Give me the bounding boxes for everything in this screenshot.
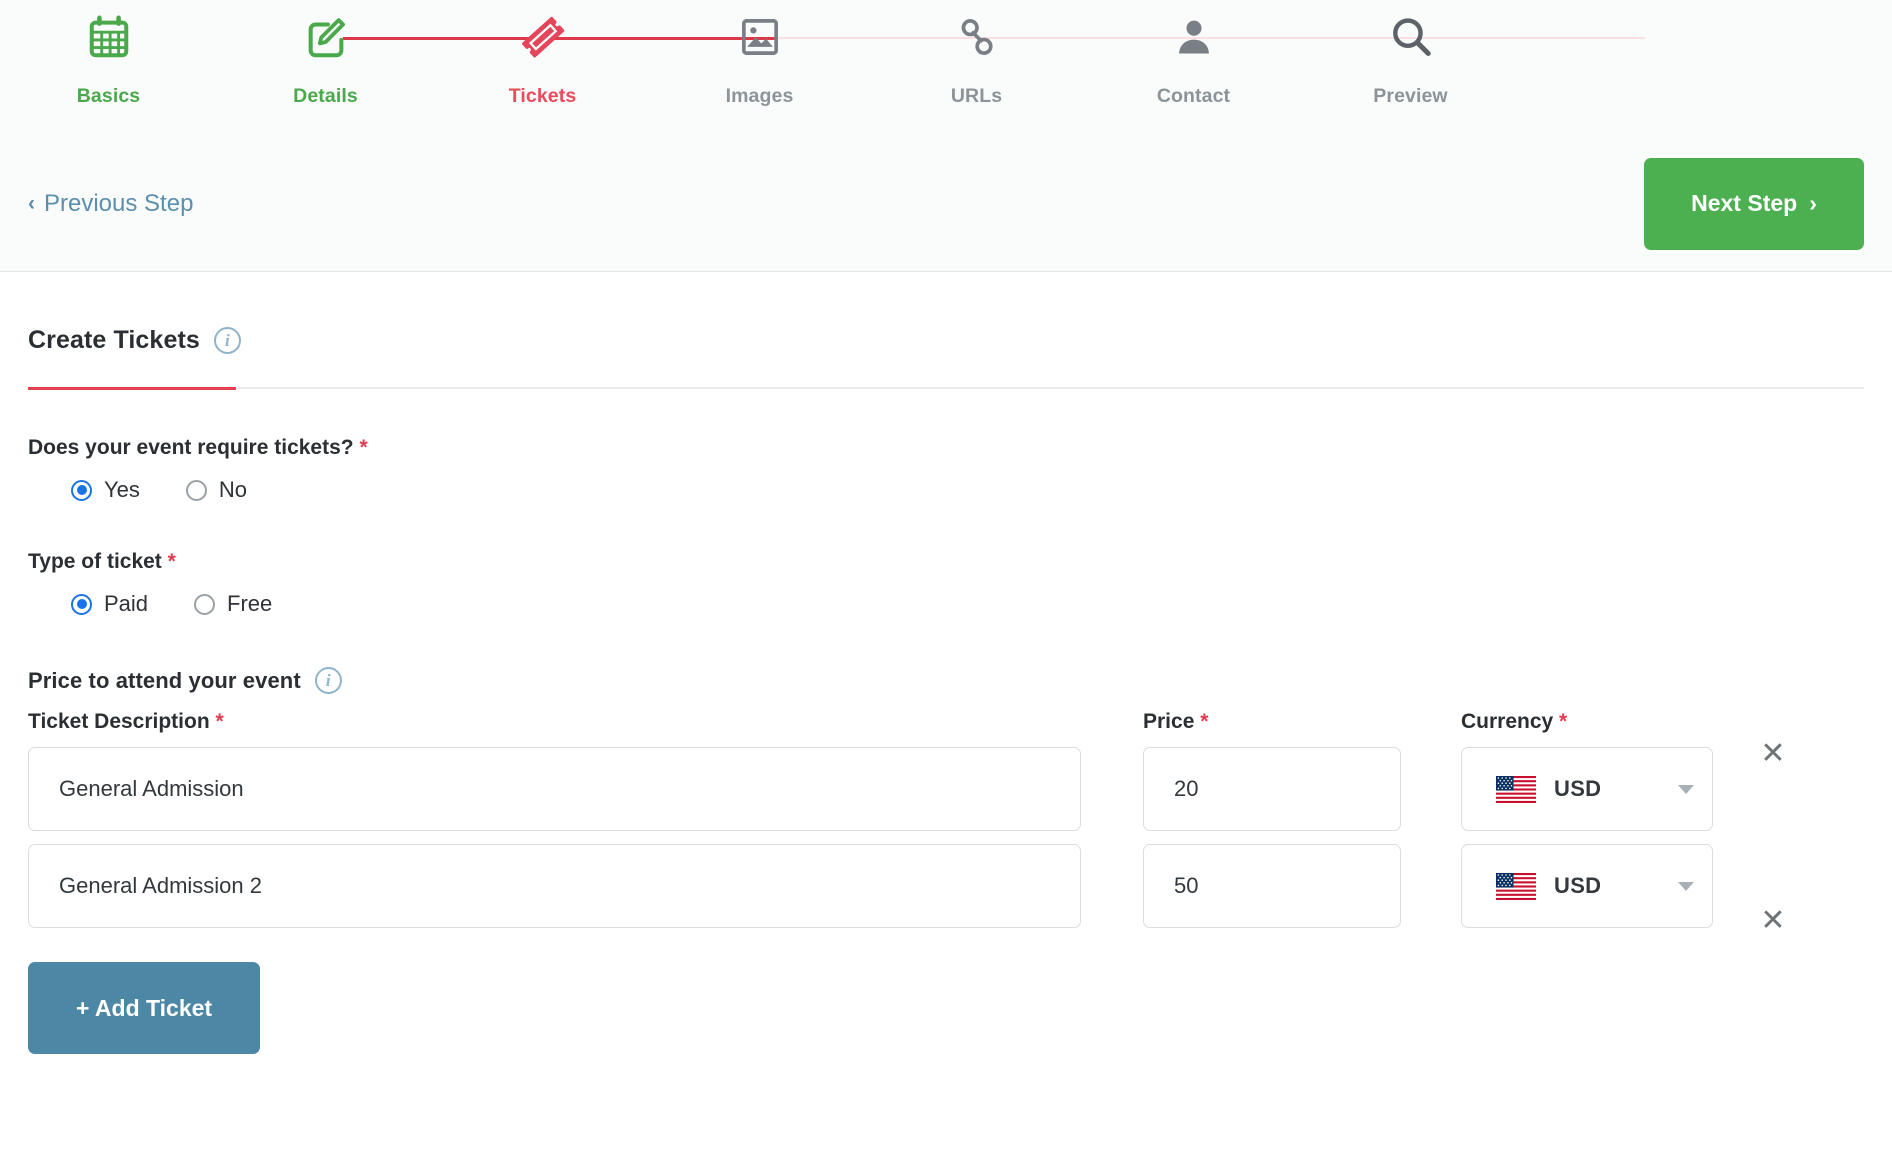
- radio-option-no[interactable]: No: [185, 477, 248, 503]
- ticket-row-actions: ✕: [1713, 733, 1833, 775]
- ticket-price-cell: [1143, 844, 1401, 928]
- previous-step-button[interactable]: ‹ Previous Step: [28, 190, 193, 218]
- next-step-label: Next Step: [1691, 190, 1798, 216]
- wizard-step-urls[interactable]: URLs: [868, 6, 1085, 108]
- radio-indicator[interactable]: [71, 593, 92, 615]
- ticket-currency-cell: USD: [1461, 844, 1713, 928]
- previous-step-label: Previous Step: [44, 189, 194, 217]
- radio-indicator[interactable]: [194, 593, 216, 615]
- wizard-step-label: Tickets: [508, 85, 577, 107]
- column-header-description-text: Ticket Description: [28, 710, 210, 733]
- step-connector-6: [1428, 37, 1645, 39]
- radio-indicator[interactable]: [71, 479, 92, 501]
- wizard-step-label: Images: [725, 85, 794, 107]
- wizard-step-label: Preview: [1373, 85, 1448, 107]
- column-header-currency: Currency *: [1461, 710, 1713, 734]
- column-header-price: Price *: [1143, 710, 1401, 734]
- chevron-right-icon: ›: [1809, 190, 1817, 216]
- calendar-icon: [86, 6, 132, 68]
- ticket-type-label: Type of ticket *: [28, 550, 1864, 574]
- wizard-step-label: URLs: [950, 85, 1003, 107]
- remove-ticket-button[interactable]: ✕: [1750, 733, 1795, 775]
- next-step-button[interactable]: Next Step ›: [1644, 157, 1864, 250]
- create-tickets-panel: Create Tickets i Does your event require…: [0, 272, 1892, 1054]
- wizard-step-details[interactable]: Details: [217, 6, 434, 108]
- ticket-grid-headers: Ticket Description * Price * Currency *: [28, 710, 1864, 734]
- requires-tickets-label-text: Does your event require tickets?: [28, 436, 354, 459]
- chevron-left-icon: ‹: [28, 192, 35, 215]
- ticket-row: USD ✕: [28, 739, 1864, 831]
- radio-label: Yes: [104, 477, 140, 502]
- page-title: Create Tickets: [28, 326, 200, 354]
- column-header-currency-text: Currency: [1461, 710, 1554, 733]
- edit-square-icon: [303, 6, 349, 68]
- wizard-step-label: Contact: [1156, 85, 1231, 107]
- requires-tickets-label: Does your event require tickets? *: [28, 436, 1864, 460]
- radio-option-yes[interactable]: Yes: [71, 477, 140, 503]
- section-header: Create Tickets i: [28, 272, 1864, 355]
- radio-option-free[interactable]: Free: [194, 591, 272, 617]
- remove-ticket-button[interactable]: ✕: [1750, 900, 1795, 942]
- required-marker: *: [215, 710, 224, 733]
- wizard-step-contact[interactable]: Contact: [1085, 6, 1302, 108]
- wizard-nav-row: ‹ Previous Step Next Step ›: [0, 136, 1892, 271]
- chevron-down-icon[interactable]: [1678, 784, 1694, 794]
- requires-tickets-radio-group: Yes No: [28, 477, 1864, 503]
- column-header-description: Ticket Description *: [28, 710, 1081, 734]
- image-icon: [738, 6, 782, 68]
- price-section-header: Price to attend your event i: [28, 667, 1864, 694]
- section-divider: [28, 387, 1864, 390]
- required-marker: *: [359, 436, 368, 459]
- wizard-step-tickets[interactable]: Tickets: [434, 6, 651, 108]
- wizard-step-label: Details: [293, 85, 358, 107]
- price-section-title: Price to attend your event: [28, 667, 301, 693]
- chevron-down-icon[interactable]: [1678, 881, 1694, 891]
- add-ticket-button[interactable]: + Add Ticket: [28, 962, 260, 1054]
- currency-value: USD: [1554, 776, 1602, 801]
- ticket-type-radio-group: Paid Free: [28, 591, 1864, 617]
- ticket-description-cell: [28, 747, 1081, 831]
- ticket-row-actions: ✕: [1713, 900, 1833, 942]
- ticket-row: USD ✕: [28, 844, 1864, 936]
- radio-indicator[interactable]: [185, 479, 207, 501]
- wizard-step-preview[interactable]: Preview: [1302, 6, 1519, 108]
- ticket-price-input[interactable]: [1143, 747, 1401, 831]
- radio-option-paid[interactable]: Paid: [71, 591, 148, 617]
- currency-value: USD: [1554, 873, 1602, 898]
- ticket-description-input[interactable]: [28, 844, 1081, 928]
- column-header-price-text: Price: [1143, 710, 1195, 733]
- ticket-grid: Ticket Description * Price * Currency *: [28, 710, 1864, 1054]
- radio-label: No: [218, 477, 248, 502]
- ticket-type-label-text: Type of ticket: [28, 550, 162, 573]
- us-flag-icon: [1496, 775, 1536, 803]
- ticket-price-cell: [1143, 747, 1401, 831]
- currency-select[interactable]: USD: [1461, 844, 1713, 928]
- ticket-description-input[interactable]: [28, 747, 1081, 831]
- ticket-price-input[interactable]: [1143, 844, 1401, 928]
- currency-select[interactable]: USD: [1461, 747, 1713, 831]
- person-icon: [1172, 6, 1216, 68]
- magnifier-icon: [1388, 6, 1434, 68]
- required-marker: *: [1559, 710, 1568, 733]
- required-marker: *: [167, 550, 176, 573]
- info-icon[interactable]: i: [314, 667, 342, 694]
- wizard-step-label: Basics: [76, 85, 141, 107]
- us-flag-icon: [1496, 872, 1536, 900]
- radio-label: Paid: [104, 591, 149, 616]
- radio-label: Free: [227, 591, 273, 616]
- wizard-step-images[interactable]: Images: [651, 6, 868, 108]
- wizard-header: Basics Details Tickets Images URLs Conta…: [0, 0, 1892, 272]
- ticket-description-cell: [28, 844, 1081, 928]
- link-chain-icon: [955, 6, 999, 68]
- required-marker: *: [1200, 710, 1209, 733]
- ticket-icon: [518, 6, 568, 68]
- wizard-step-basics[interactable]: Basics: [0, 6, 217, 108]
- wizard-stepper: Basics Details Tickets Images URLs Conta…: [0, 0, 1892, 136]
- ticket-currency-cell: USD: [1461, 747, 1713, 831]
- info-icon[interactable]: i: [213, 327, 241, 354]
